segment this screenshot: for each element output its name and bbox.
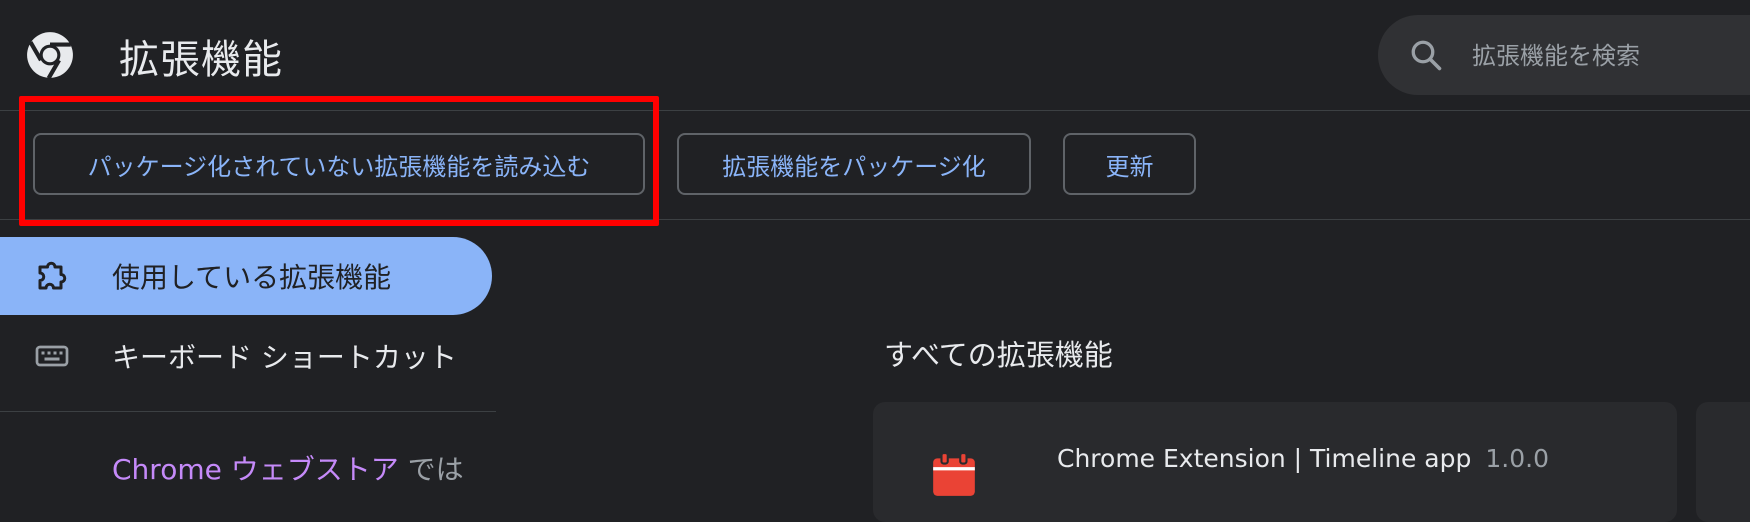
webstore-promo: Chrome ウェブストア では	[112, 448, 464, 488]
page-title: 拡張機能	[119, 37, 283, 83]
pack-extension-button[interactable]: 拡張機能をパッケージ化	[677, 133, 1031, 195]
extension-card: Chrome Extension | Timeline app 1.0.0	[873, 402, 1677, 522]
sidebar-divider	[0, 411, 496, 412]
section-title: すべての拡張機能	[884, 338, 1113, 372]
load-unpacked-button[interactable]: パッケージ化されていない拡張機能を読み込む	[33, 133, 645, 195]
sidebar-item-keyboard-shortcuts[interactable]: キーボード ショートカット	[0, 317, 492, 395]
keyboard-icon	[35, 345, 69, 367]
extension-card	[1696, 402, 1750, 522]
update-button[interactable]: 更新	[1063, 133, 1196, 195]
sidebar-item-label: キーボード ショートカット	[112, 341, 457, 374]
sidebar-item-my-extensions[interactable]: 使用している拡張機能	[0, 237, 492, 315]
chrome-logo-icon	[27, 32, 73, 80]
header: 拡張機能	[0, 0, 1750, 111]
search-input[interactable]	[1470, 33, 1750, 79]
sidebar-item-label: 使用している拡張機能	[112, 261, 392, 294]
webstore-suffix: では	[398, 453, 464, 486]
developer-toolbar: パッケージ化されていない拡張機能を読み込む 拡張機能をパッケージ化 更新	[0, 111, 1750, 220]
search-box[interactable]	[1378, 15, 1750, 95]
calendar-icon	[933, 452, 975, 496]
webstore-link[interactable]: Chrome ウェブストア	[112, 453, 399, 486]
extension-name: Chrome Extension | Timeline app 1.0.0	[1057, 444, 1549, 473]
extension-version: 1.0.0	[1485, 444, 1549, 473]
extension-title: Chrome Extension | Timeline app	[1057, 444, 1472, 473]
puzzle-piece-icon	[38, 261, 67, 290]
search-icon[interactable]	[1408, 37, 1444, 73]
